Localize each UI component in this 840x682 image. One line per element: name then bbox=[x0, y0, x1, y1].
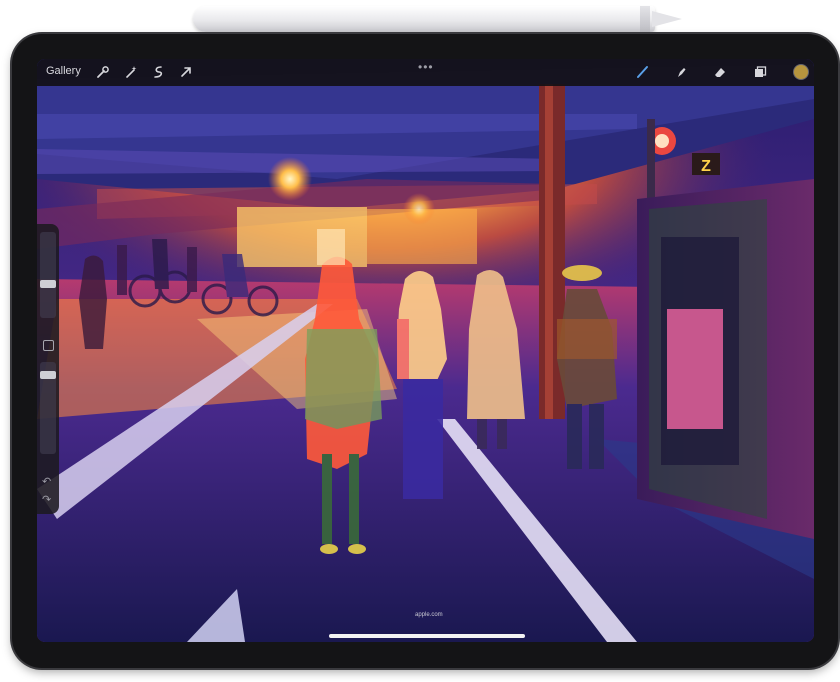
opacity-handle[interactable] bbox=[40, 371, 56, 379]
procreate-toolbar: Gallery ••• bbox=[37, 59, 814, 86]
apple-pencil bbox=[193, 6, 655, 32]
transform-arrow-icon[interactable] bbox=[178, 64, 194, 80]
undo-icon[interactable]: ↶ bbox=[42, 476, 51, 488]
sidebar: ↶ ↷ bbox=[37, 224, 59, 514]
brush-size-slider[interactable] bbox=[40, 232, 56, 318]
ipad-screen: Z Gallery ••• ↶ ↷ apple.com bbox=[37, 59, 814, 642]
selection-icon[interactable] bbox=[150, 64, 166, 80]
smudge-icon[interactable] bbox=[673, 64, 689, 80]
svg-text:Z: Z bbox=[701, 158, 711, 175]
modify-button[interactable] bbox=[43, 340, 54, 351]
magic-wand-icon[interactable] bbox=[123, 64, 139, 80]
home-indicator[interactable] bbox=[329, 634, 525, 638]
apple-pencil-end bbox=[640, 6, 650, 32]
layers-icon[interactable] bbox=[752, 64, 768, 80]
brush-size-handle[interactable] bbox=[40, 280, 56, 288]
apple-pencil-tip bbox=[652, 11, 682, 27]
redo-icon[interactable]: ↷ bbox=[42, 494, 51, 506]
color-swatch-icon[interactable] bbox=[794, 65, 808, 79]
more-menu-icon[interactable]: ••• bbox=[418, 60, 434, 74]
wrench-icon[interactable] bbox=[95, 64, 111, 80]
eraser-icon[interactable] bbox=[712, 64, 728, 80]
gallery-button[interactable]: Gallery bbox=[46, 65, 81, 77]
brush-icon[interactable] bbox=[635, 64, 651, 80]
canvas-artwork[interactable]: Z bbox=[37, 59, 814, 642]
watermark-text: apple.com bbox=[415, 612, 443, 618]
